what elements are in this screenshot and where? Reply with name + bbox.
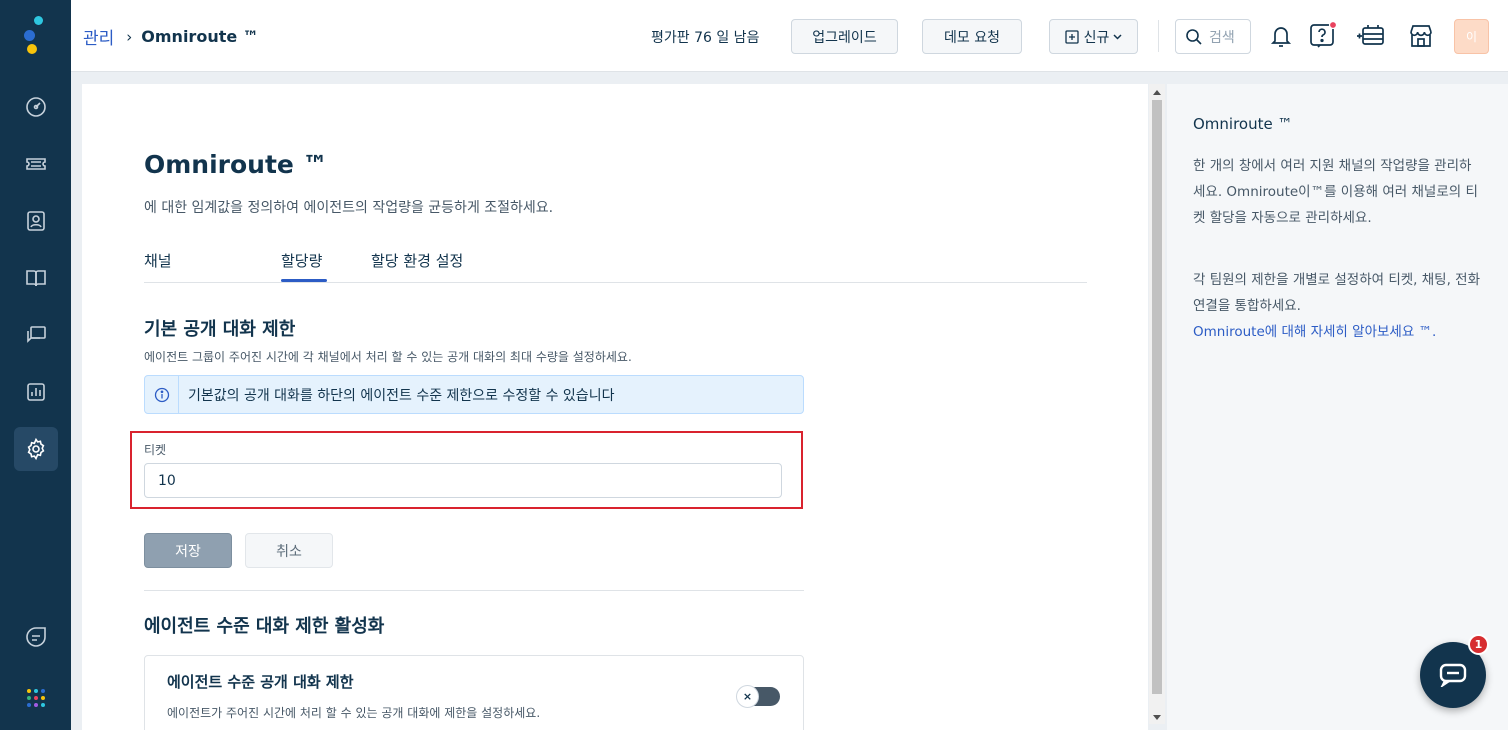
conversations-icon[interactable] xyxy=(14,313,58,357)
marketplace-store-icon[interactable] xyxy=(1405,20,1437,52)
right-info-panel: Omniroute ™ 한 개의 창에서 여러 지원 채널의 작업량을 관리하세… xyxy=(1167,84,1508,730)
info-panel-paragraph-2: 각 팀원의 제한을 개별로 설정하여 티켓, 채팅, 전화 연결을 통합하세요.… xyxy=(1193,267,1483,345)
search-placeholder: 검색 xyxy=(1209,29,1235,46)
release-updates-icon[interactable] xyxy=(1355,20,1387,52)
info-banner: 기본값의 공개 대화를 하단의 에이전트 수준 제한으로 수정할 수 있습니다 xyxy=(144,375,804,414)
app-logo-icon[interactable] xyxy=(22,16,50,56)
header-divider xyxy=(1158,20,1159,52)
breadcrumb-current: Omniroute ™ xyxy=(141,27,259,46)
agent-limit-title: 에이전트 수준 대화 제한 활성화 xyxy=(144,616,385,637)
tab-allocation[interactable]: 할당량 xyxy=(281,250,322,271)
notifications-bell-icon[interactable] xyxy=(1265,20,1297,52)
default-limit-title: 기본 공개 대화 제한 xyxy=(144,319,296,340)
breadcrumb-chevron-icon: › xyxy=(126,27,133,46)
info-banner-text: 기본값의 공개 대화를 하단의 에이전트 수준 제한으로 수정할 수 있습니다 xyxy=(188,387,615,404)
info-panel-paragraph-2-text: 각 팀원의 제한을 개별로 설정하여 티켓, 채팅, 전화 연결을 통합하세요. xyxy=(1193,272,1481,314)
save-button[interactable]: 저장 xyxy=(144,533,232,568)
scroll-down-arrow-icon[interactable] xyxy=(1153,715,1161,720)
user-avatar[interactable]: 이 xyxy=(1454,19,1489,54)
agent-limit-toggle[interactable]: × xyxy=(736,685,780,708)
trial-days-text: 평가판 76 일 남음 xyxy=(651,30,760,46)
upgrade-button[interactable]: 업그레이드 xyxy=(791,19,898,54)
main-scrollbar[interactable] xyxy=(1149,84,1165,724)
main-content-panel: Omniroute ™ 에 대한 임계값을 정의하여 에이전트의 작업량을 균등… xyxy=(82,84,1148,730)
scroll-up-arrow-icon[interactable] xyxy=(1153,90,1161,95)
chevron-down-icon xyxy=(1113,33,1122,40)
section-divider xyxy=(144,590,804,591)
agent-limit-card-description: 에이전트가 주어진 시간에 처리 할 수 있는 공개 대화에 제한을 설정하세요… xyxy=(167,706,541,720)
scroll-thumb[interactable] xyxy=(1152,100,1162,694)
dashboard-icon[interactable] xyxy=(14,85,58,129)
info-panel-paragraph-1: 한 개의 창에서 여러 지원 채널의 작업량을 관리하세요. Omniroute… xyxy=(1193,158,1478,226)
knowledge-base-icon[interactable] xyxy=(14,256,58,300)
toggle-off-icon: × xyxy=(736,685,759,708)
agent-limit-card: 에이전트 수준 공개 대화 제한 에이전트가 주어진 시간에 처리 할 수 있는… xyxy=(144,655,804,730)
search-button[interactable]: 검색 xyxy=(1175,19,1251,54)
default-limit-description: 에이전트 그룹이 주어진 시간에 각 채널에서 처리 할 수 있는 공개 대화의… xyxy=(144,350,632,364)
plus-square-icon xyxy=(1064,29,1079,44)
cancel-button[interactable]: 취소 xyxy=(245,533,333,568)
breadcrumb: 관리 › Omniroute ™ xyxy=(83,24,259,49)
tab-channels[interactable]: 채널 xyxy=(144,250,172,271)
help-icon[interactable] xyxy=(1307,20,1339,52)
tickets-icon[interactable] xyxy=(14,142,58,186)
new-label: 신규 xyxy=(1083,29,1110,46)
ticket-limit-input[interactable] xyxy=(144,463,782,498)
tab-bar: 채널 할당량 할당 환경 설정 xyxy=(144,250,1087,283)
info-panel-title: Omniroute ™ xyxy=(1193,115,1293,133)
contacts-icon[interactable] xyxy=(14,199,58,243)
breadcrumb-admin-link[interactable]: 관리 xyxy=(83,24,114,49)
app-switcher-grid-icon[interactable] xyxy=(14,676,58,720)
chat-unread-badge: 1 xyxy=(1468,634,1489,655)
new-dropdown-button[interactable]: 신규 xyxy=(1049,19,1138,54)
freshbots-icon[interactable] xyxy=(14,615,58,659)
tab-assignment-preferences[interactable]: 할당 환경 설정 xyxy=(371,250,463,271)
learn-more-link[interactable]: Omniroute에 대해 자세히 알아보세요 ™. xyxy=(1193,324,1436,340)
ticket-field-label: 티켓 xyxy=(144,443,167,457)
agent-limit-card-title: 에이전트 수준 공개 대화 제한 xyxy=(167,673,354,691)
page-description: 에 대한 임계값을 정의하여 에이전트의 작업량을 균등하게 조절하세요. xyxy=(144,200,554,216)
settings-gear-icon[interactable] xyxy=(14,427,58,471)
request-demo-button[interactable]: 데모 요청 xyxy=(922,19,1022,54)
reports-icon[interactable] xyxy=(14,370,58,414)
chat-bubble-icon xyxy=(1439,663,1467,687)
page-title: Omniroute ™ xyxy=(144,150,328,179)
top-header: 관리 › Omniroute ™ 평가판 76 일 남음 업그레이드 데모 요청… xyxy=(71,0,1508,72)
info-circle-icon xyxy=(145,376,179,413)
active-tab-indicator xyxy=(281,279,327,282)
left-sidebar xyxy=(0,0,71,730)
search-icon xyxy=(1186,28,1202,45)
